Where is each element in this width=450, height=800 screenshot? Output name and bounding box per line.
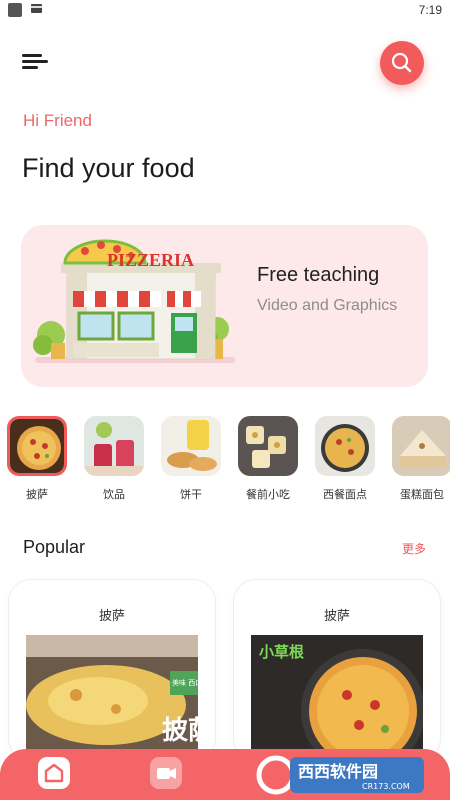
search-icon: [391, 52, 412, 73]
video-icon[interactable]: [150, 757, 182, 789]
search-button[interactable]: [380, 41, 424, 85]
pizzeria-sign-text: PIZZERIA: [107, 250, 194, 270]
popular-card[interactable]: 披萨 小草根: [234, 580, 440, 760]
category-label: 披萨: [26, 489, 48, 501]
category-label: 饼干: [180, 489, 202, 501]
greeting: Hi Friend: [23, 111, 92, 130]
promo-banner[interactable]: PIZZERIA Free teaching Video and Graphic…: [21, 225, 428, 387]
category-item-pizza[interactable]: 披萨: [4, 414, 70, 502]
category-item-western-pastry[interactable]: 西餐面点: [312, 414, 378, 502]
category-thumb-western-pastry: [315, 416, 375, 476]
category-list: 披萨 饮品 饼干 餐前小吃 西餐面点 蛋糕面包: [0, 414, 450, 514]
watermark: 西西软件园 CR173.COM: [250, 752, 430, 798]
banner-title: Free teaching: [257, 264, 380, 286]
notification-icon: [8, 3, 22, 17]
category-label: 饮品: [103, 489, 125, 501]
popular-card[interactable]: 披萨 披萨 美味 西口: [9, 580, 215, 760]
category-thumb-pizza: [7, 416, 67, 476]
menu-icon[interactable]: [22, 52, 48, 72]
popular-title: Popular: [23, 537, 86, 557]
mail-icon: [31, 4, 42, 13]
card-image-text: 小草根: [259, 643, 304, 661]
category-item-drinks[interactable]: 饮品: [81, 414, 147, 502]
banner-subtitle: Video and Graphics: [257, 297, 398, 314]
card-title: 披萨: [98, 608, 125, 623]
category-thumb-drinks: [84, 416, 144, 476]
category-item-cake-bread[interactable]: 蛋糕面包: [389, 414, 450, 502]
card-image-badge: 美味 西口: [172, 678, 198, 687]
card-image: 披萨 美味 西口: [26, 635, 198, 755]
home-icon[interactable]: [38, 757, 70, 789]
pizzeria-illustration: PIZZERIA: [33, 239, 235, 363]
category-thumb-appetizers: [238, 416, 298, 476]
status-time: 7:19: [418, 3, 442, 17]
page-title: Find your food: [22, 153, 195, 183]
category-item-cookies[interactable]: 饼干: [158, 414, 224, 502]
category-thumb-cookies: [161, 416, 221, 476]
category-thumb-cake-bread: [392, 416, 450, 476]
watermark-domain: CR173.COM: [362, 782, 410, 791]
card-image-text: 披萨: [162, 716, 198, 746]
category-label: 餐前小吃: [246, 489, 290, 501]
card-image: 小草根: [251, 635, 423, 755]
more-link[interactable]: 更多: [402, 540, 426, 557]
watermark-brand: 西西软件园: [298, 762, 378, 781]
category-label: 西餐面点: [323, 489, 367, 501]
category-label: 蛋糕面包: [400, 489, 444, 501]
card-title: 披萨: [323, 608, 350, 623]
status-bar: 7:19: [0, 0, 450, 22]
category-item-appetizers[interactable]: 餐前小吃: [235, 414, 301, 502]
